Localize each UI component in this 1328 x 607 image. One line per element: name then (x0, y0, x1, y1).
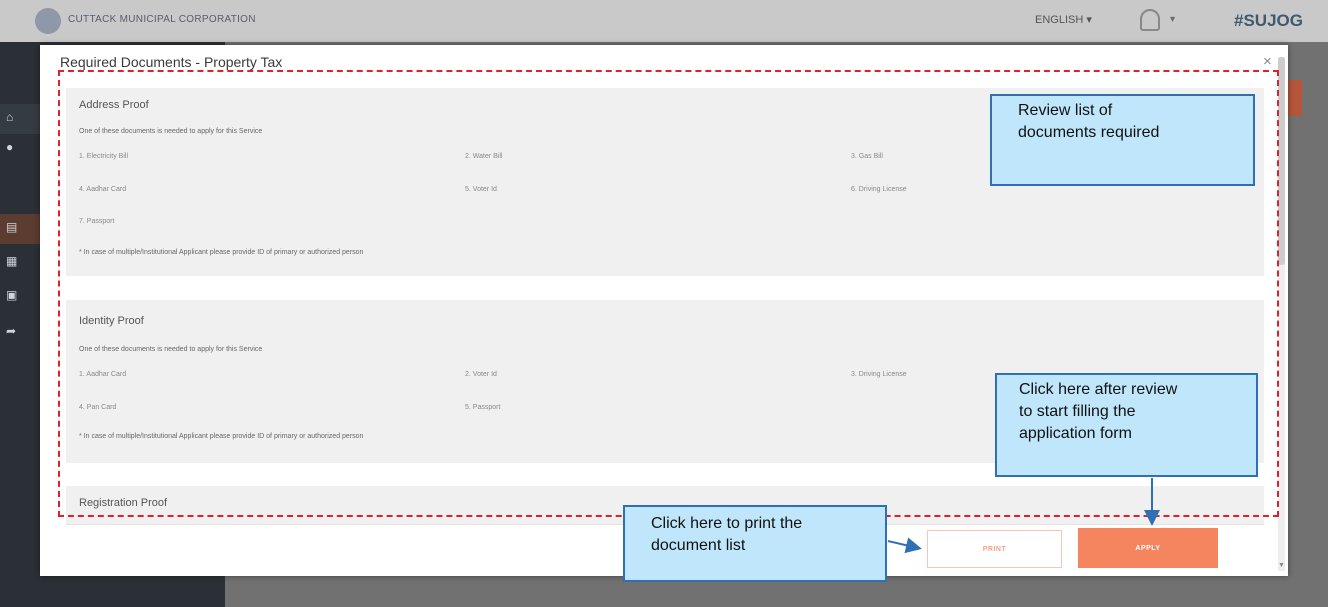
callout-review-documents: Review list of documents required (990, 94, 1255, 186)
document-item: 3. Gas Bill (851, 153, 883, 160)
home-icon[interactable]: ⌂ (6, 110, 20, 124)
scrollbar-thumb[interactable] (1278, 57, 1285, 265)
print-button[interactable]: PRINT (927, 530, 1062, 568)
section-note: One of these documents is needed to appl… (79, 346, 263, 353)
callout-apply-hint: Click here after review to start filling… (995, 373, 1258, 477)
document-item: 5. Passport (465, 404, 501, 411)
document-icon[interactable]: ▤ (6, 220, 20, 234)
briefcase-icon[interactable]: ▣ (6, 288, 20, 302)
modal-title: Required Documents - Property Tax (60, 54, 283, 70)
document-item: 6. Driving License (851, 186, 907, 193)
callout-line: Click here after review (1019, 381, 1178, 398)
callout-line: documents required (1018, 124, 1160, 141)
document-item: 1. Aadhar Card (79, 371, 127, 378)
section-title: Registration Proof (79, 497, 168, 509)
language-label: ENGLISH (1035, 14, 1084, 26)
section-title: Identity Proof (79, 315, 144, 327)
apply-button[interactable]: APPLY (1078, 528, 1218, 568)
document-item: 3. Driving License (851, 371, 907, 378)
callout-line: Click here to print the (651, 515, 803, 532)
callout-print-hint: Click here to print the document list (623, 505, 887, 582)
close-icon[interactable]: × (1263, 53, 1272, 70)
callout-line: to start filling the (1019, 403, 1136, 420)
section-footnote: * In case of multiple/Institutional Appl… (79, 433, 364, 440)
language-select[interactable]: ENGLISH ▾ (1035, 13, 1092, 26)
document-item: 2. Voter Id (465, 371, 497, 378)
chevron-down-icon: ▾ (1086, 14, 1092, 26)
section-note: One of these documents is needed to appl… (79, 128, 263, 135)
section-title: Address Proof (79, 99, 149, 111)
document-item: 4. Pan Card (79, 404, 117, 411)
brand-logo: #SUJOG (1234, 11, 1303, 30)
section-footnote: * In case of multiple/Institutional Appl… (79, 249, 364, 256)
grid-icon[interactable]: ▦ (6, 254, 20, 268)
chevron-down-icon[interactable]: ▾ (1170, 14, 1175, 25)
modal-scrollbar[interactable]: ▼ (1278, 57, 1285, 571)
user-avatar[interactable] (1140, 9, 1160, 31)
callout-line: application form (1019, 425, 1132, 442)
callout-line: Review list of (1018, 102, 1113, 119)
document-item: 7. Passport (79, 218, 115, 225)
document-item: 5. Voter Id (465, 186, 497, 193)
document-item: 4. Aadhar Card (79, 186, 127, 193)
user-icon[interactable]: ● (6, 140, 20, 154)
app-header: CUTTACK MUNICIPAL CORPORATION ENGLISH ▾ … (0, 0, 1328, 42)
callout-line: document list (651, 537, 746, 554)
scroll-down-icon[interactable]: ▼ (1278, 562, 1285, 569)
corporation-logo (35, 8, 61, 34)
document-item: 2. Water Bill (465, 153, 503, 160)
app-title: CUTTACK MUNICIPAL CORPORATION (68, 14, 256, 25)
document-item: 1. Electricity Bill (79, 153, 129, 160)
share-icon[interactable]: ➦ (6, 324, 20, 338)
